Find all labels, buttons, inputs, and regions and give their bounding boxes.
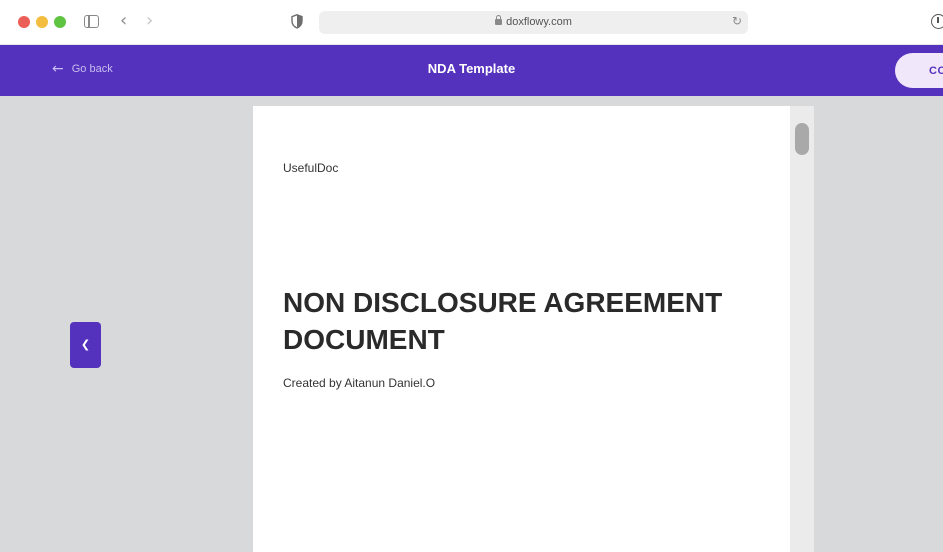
url-value: doxflowy.com: [506, 16, 572, 28]
url-text: doxflowy.com: [319, 15, 748, 28]
page-title: NDA Template: [427, 61, 516, 76]
address-bar[interactable]: doxflowy.com ↻: [319, 11, 748, 34]
document-page: UsefulDoc NON DISCLOSURE AGREEMENT DOCUM…: [253, 106, 790, 552]
previous-page-button[interactable]: ❮: [70, 322, 101, 368]
reload-icon[interactable]: ↻: [732, 14, 742, 28]
scrollbar[interactable]: [790, 106, 814, 552]
shield-icon[interactable]: [291, 14, 303, 29]
document-brand: UsefulDoc: [283, 161, 339, 175]
scrollbar-thumb[interactable]: [795, 123, 809, 155]
app-header: ← Go back NDA Template CO: [0, 45, 943, 96]
document-title: NON DISCLOSURE AGREEMENT DOCUMENT: [283, 287, 723, 355]
document-author: Created by Aitanun Daniel.O: [283, 376, 436, 390]
lock-icon: [495, 15, 503, 25]
cta-button[interactable]: CO: [895, 53, 943, 88]
sidebar-icon[interactable]: [84, 15, 99, 28]
browser-toolbar: ‹ › doxflowy.com ↻: [0, 0, 943, 45]
forward-icon[interactable]: ›: [146, 11, 153, 31]
back-icon[interactable]: ‹: [120, 11, 127, 31]
close-window-button[interactable]: [18, 16, 30, 28]
zoom-window-button[interactable]: [54, 16, 66, 28]
document-workspace: ❮ UsefulDoc NON DISCLOSURE AGREEMENT DOC…: [0, 96, 943, 552]
chevron-left-icon: ❮: [80, 338, 91, 351]
download-icon[interactable]: [931, 14, 943, 29]
minimize-window-button[interactable]: [36, 16, 48, 28]
